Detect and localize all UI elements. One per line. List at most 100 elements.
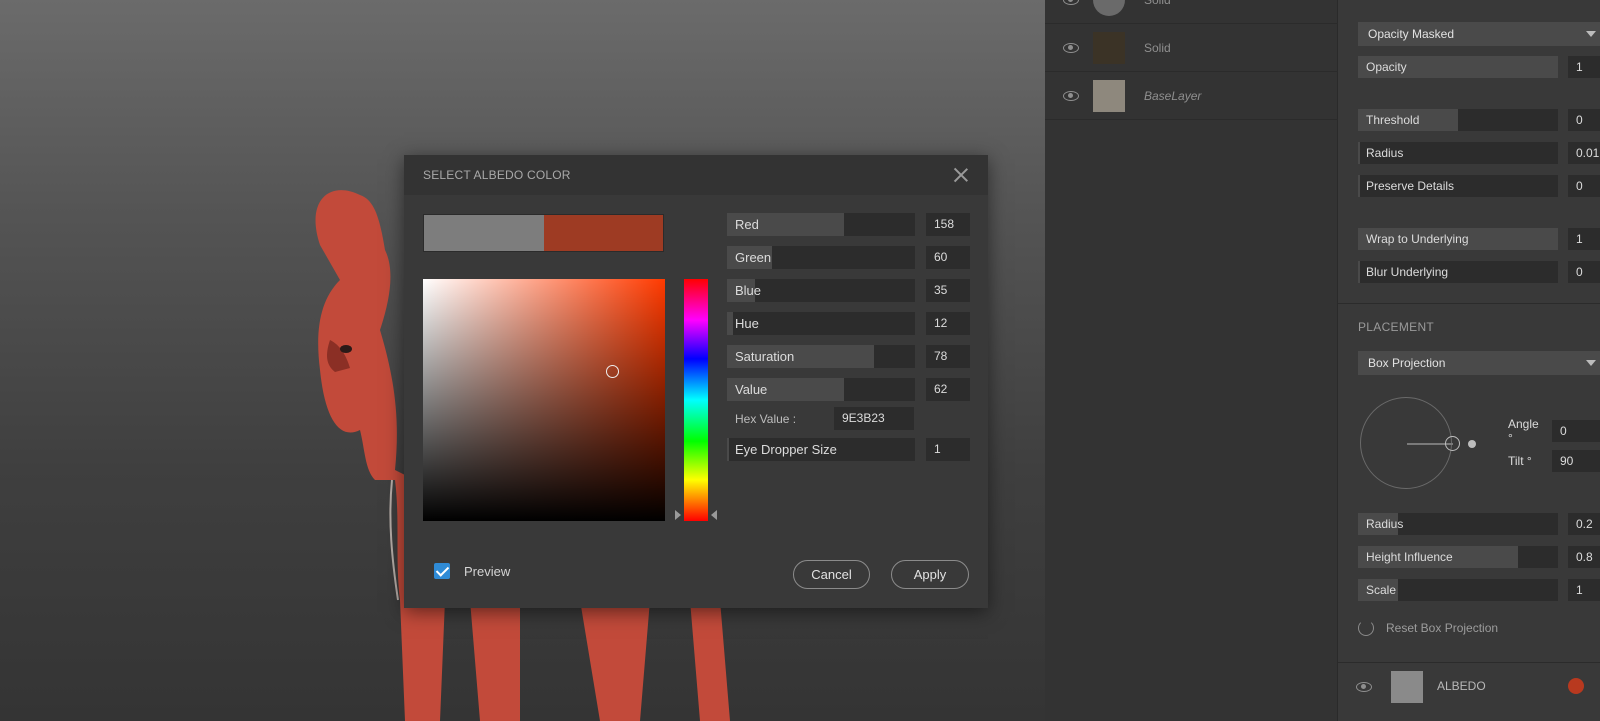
opacity-input[interactable]: 1 (1568, 56, 1600, 78)
apply-button[interactable]: Apply (891, 560, 969, 589)
height-influence-input[interactable]: 0.8 (1568, 546, 1600, 568)
blur-input[interactable]: 0 (1568, 261, 1600, 283)
height-influence-slider[interactable]: Height Influence (1358, 546, 1558, 568)
wrap-label: Wrap to Underlying (1366, 232, 1469, 246)
projection-radius-row: Radius 0.2 (1358, 513, 1600, 535)
radius-label: Radius (1366, 146, 1404, 160)
eye-icon[interactable] (1063, 90, 1079, 101)
slider-row-saturation: Saturation 78 (727, 345, 970, 368)
blue-input[interactable]: 35 (926, 279, 970, 302)
blur-slider[interactable]: Blur Underlying (1358, 261, 1558, 283)
saturation-input[interactable]: 78 (926, 345, 970, 368)
chevron-down-icon (1586, 31, 1596, 37)
scale-slider[interactable]: Scale (1358, 579, 1558, 601)
saturation-slider[interactable]: Saturation (727, 345, 915, 368)
threshold-slider[interactable]: Threshold (1358, 109, 1558, 131)
preserve-details-slider[interactable]: Preserve Details (1358, 175, 1558, 197)
tilt-label: Tilt ° (1508, 454, 1532, 468)
angle-input[interactable]: 0 (1552, 420, 1600, 442)
projection-dropdown[interactable]: Box Projection (1358, 351, 1600, 375)
properties-panel: Opacity Masked Opacity 1 Threshold 0 Rad… (1338, 0, 1600, 721)
angle-dial[interactable] (1360, 397, 1476, 489)
threshold-input[interactable]: 0 (1568, 109, 1600, 131)
radius-row: Radius 0.01 (1358, 142, 1600, 164)
eye-dropper-input[interactable]: 1 (926, 438, 970, 461)
layer-row[interactable]: BaseLayer (1045, 72, 1338, 120)
hex-label: Hex Value : (735, 411, 797, 426)
cancel-button[interactable]: Cancel (793, 560, 870, 589)
placement-title: PLACEMENT (1358, 320, 1435, 334)
blue-slider[interactable]: Blue (727, 279, 915, 302)
preserve-details-input[interactable]: 0 (1568, 175, 1600, 197)
color-compare-swatch (423, 214, 664, 252)
blur-row: Blur Underlying 0 (1358, 261, 1600, 283)
radius-input[interactable]: 0.01 (1568, 142, 1600, 164)
height-influence-label: Height Influence (1366, 550, 1453, 564)
hue-marker-left-icon (675, 510, 681, 520)
layer-thumbnail (1093, 31, 1125, 64)
scale-row: Scale 1 (1358, 579, 1600, 601)
picker-cursor[interactable] (605, 364, 619, 378)
saturation-label: Saturation (735, 349, 795, 364)
albedo-thumbnail (1391, 671, 1423, 703)
slider-row-hue: Hue 12 (727, 312, 970, 335)
green-slider[interactable]: Green (727, 246, 915, 269)
dial-handle[interactable] (1445, 436, 1460, 451)
eye-icon[interactable] (1063, 42, 1079, 53)
reset-box-projection-button[interactable]: Reset Box Projection (1358, 620, 1498, 636)
projection-radius-slider[interactable]: Radius (1358, 513, 1558, 535)
wrap-row: Wrap to Underlying 1 (1358, 228, 1600, 250)
albedo-color-dot[interactable] (1568, 678, 1584, 694)
eye-dropper-slider[interactable]: Eye Dropper Size (727, 438, 915, 461)
wrap-slider[interactable]: Wrap to Underlying (1358, 228, 1558, 250)
wrap-input[interactable]: 1 (1568, 228, 1600, 250)
value-input[interactable]: 62 (926, 378, 970, 401)
threshold-row: Threshold 0 (1358, 109, 1600, 131)
hue-slider[interactable]: Hue (727, 312, 915, 335)
previous-color-swatch[interactable] (424, 215, 544, 251)
opacity-slider[interactable]: Opacity (1358, 56, 1558, 78)
dialog-title: SELECT ALBEDO COLOR (423, 168, 571, 182)
eye-icon[interactable] (1356, 682, 1372, 692)
dial-dot (1468, 440, 1476, 448)
hue-slider[interactable] (684, 279, 708, 521)
tilt-input[interactable]: 90 (1552, 450, 1600, 472)
hue-input[interactable]: 12 (926, 312, 970, 335)
slider-fill (1358, 142, 1360, 164)
hex-input[interactable]: 9E3B23 (834, 407, 914, 430)
slider-row-green: Green 60 (727, 246, 970, 269)
new-color-swatch (543, 215, 663, 251)
scale-label: Scale (1366, 583, 1397, 597)
layer-row[interactable]: Solid (1045, 0, 1338, 24)
hex-value-row: Hex Value : 9E3B23 (735, 407, 914, 430)
dialog-header: SELECT ALBEDO COLOR (404, 155, 988, 195)
layer-thumbnail (1093, 0, 1125, 16)
green-label: Green (735, 250, 772, 265)
slider-row-value: Value 62 (727, 378, 970, 401)
close-icon[interactable] (953, 167, 969, 183)
radius-slider[interactable]: Radius (1358, 142, 1558, 164)
value-slider[interactable]: Value (727, 378, 915, 401)
preserve-details-row: Preserve Details 0 (1358, 175, 1600, 197)
saturation-value-picker[interactable] (423, 279, 665, 521)
opacity-row: Opacity 1 (1358, 56, 1600, 78)
slider-row-blue: Blue 35 (727, 279, 970, 302)
preview-checkbox[interactable] (434, 563, 450, 579)
preserve-details-label: Preserve Details (1366, 179, 1455, 193)
scale-input[interactable]: 1 (1568, 579, 1600, 601)
red-slider[interactable]: Red (727, 213, 915, 236)
preview-label: Preview (464, 563, 511, 579)
preview-toggle[interactable]: Preview (434, 563, 510, 579)
layer-row[interactable]: Solid (1045, 24, 1338, 72)
layer-name: Solid (1144, 0, 1171, 7)
divider (1338, 303, 1600, 304)
blur-label: Blur Underlying (1366, 265, 1449, 279)
red-input[interactable]: 158 (926, 213, 970, 236)
blend-mode-dropdown[interactable]: Opacity Masked (1358, 22, 1600, 46)
green-input[interactable]: 60 (926, 246, 970, 269)
hue-marker-right-icon (711, 510, 717, 520)
eye-icon[interactable] (1063, 0, 1079, 5)
projection-radius-input[interactable]: 0.2 (1568, 513, 1600, 535)
albedo-channel-row[interactable]: ALBEDO (1338, 662, 1600, 710)
blend-mode-value: Opacity Masked (1368, 27, 1455, 41)
